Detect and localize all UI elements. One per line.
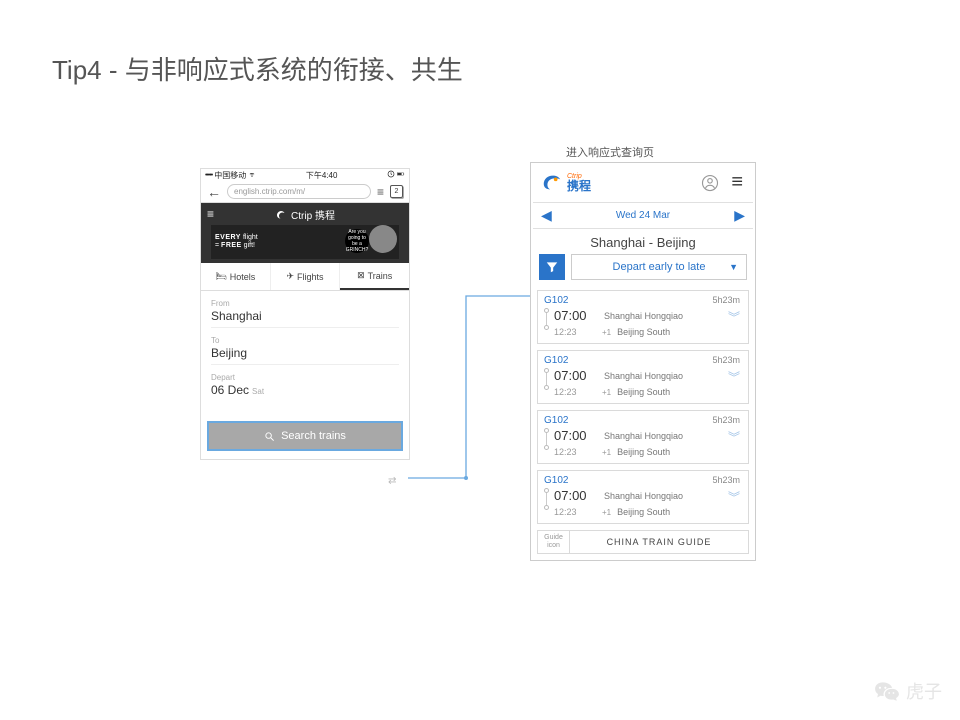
wechat-icon — [874, 678, 900, 704]
status-bar: ••••• 中国移动 下午4:40 — [201, 169, 409, 181]
plane-icon: ✈ — [286, 271, 294, 282]
sort-row: Depart early to late ▼ — [533, 254, 753, 286]
train-result-card[interactable]: G1025h23m07:00Shanghai Hongqiao12:23+1Be… — [537, 290, 749, 344]
dolphin-icon — [541, 172, 563, 194]
swap-icon[interactable]: ⇅ — [385, 476, 396, 484]
train-result-card[interactable]: G1025h23m07:00Shanghai Hongqiao12:23+1Be… — [537, 470, 749, 524]
train-icon: ⊠ — [357, 270, 365, 281]
slide-title: Tip4 - 与非响应式系统的衔接、共生 — [52, 50, 463, 87]
chevron-down-icon: ︾ — [728, 369, 740, 386]
wifi-icon — [248, 170, 256, 180]
arrive-time: 12:23 — [554, 507, 598, 517]
browser-menu-icon[interactable]: ≡ — [377, 185, 384, 199]
plus-day: +1 — [602, 328, 611, 337]
tab-trains[interactable]: ⊠Trains — [340, 263, 409, 290]
plus-day: +1 — [602, 448, 611, 457]
to-station: Beijing South — [617, 327, 670, 337]
duration: 5h23m — [712, 415, 740, 425]
promo-banner[interactable]: EVERY flight = FREE gift! Are you going … — [211, 225, 399, 259]
search-trains-button[interactable]: Search trains — [207, 421, 403, 451]
date-label[interactable]: Wed 24 Mar — [616, 210, 670, 221]
arrive-time: 12:23 — [554, 327, 598, 337]
carrier-label: 中国移动 — [214, 170, 246, 181]
chevron-down-icon: ︾ — [728, 309, 740, 326]
next-day-icon[interactable]: ▶ — [734, 207, 745, 224]
plus-day: +1 — [602, 388, 611, 397]
from-station: Shanghai Hongqiao — [604, 431, 683, 441]
to-station: Beijing South — [617, 387, 670, 397]
funnel-icon — [545, 260, 559, 274]
depart-time: 07:00 — [554, 428, 598, 443]
from-station: Shanghai Hongqiao — [604, 371, 683, 381]
app-header: ≡ Ctrip 携程 EVERY flight = FREE gift! Are… — [201, 203, 409, 263]
to-station: Beijing South — [617, 507, 670, 517]
arrive-time: 12:23 — [554, 387, 598, 397]
chevron-down-icon: ︾ — [728, 429, 740, 446]
signal-icon: ••••• — [205, 172, 212, 179]
prev-day-icon[interactable]: ◀ — [541, 207, 552, 224]
tabs-count-icon[interactable]: 2 — [390, 185, 403, 198]
product-tabs: 🛏Hotels ✈Flights ⊠Trains — [201, 263, 409, 291]
to-station: Beijing South — [617, 447, 670, 457]
duration: 5h23m — [712, 475, 740, 485]
status-time: 下午4:40 — [306, 170, 338, 181]
hamburger-menu-icon[interactable]: ≡ — [731, 171, 743, 194]
right-phone-caption: 进入响应式查询页 — [566, 144, 654, 160]
ctrip-logo: Ctrip 携程 — [201, 207, 409, 222]
train-guide-banner[interactable]: Guide icon CHINA TRAIN GUIDE — [537, 530, 749, 554]
depart-field[interactable]: Depart 06 DecSat — [211, 371, 399, 401]
depart-time: 07:00 — [554, 368, 598, 383]
flow-connector — [408, 293, 530, 485]
guide-icon: Guide icon — [538, 531, 570, 553]
phone-mockup-right: Ctrip携程 ≡ ◀ Wed 24 Mar ▶ Shanghai - Beij… — [530, 162, 756, 561]
depart-time: 07:00 — [554, 308, 598, 323]
arrive-time: 12:23 — [554, 447, 598, 457]
duration: 5h23m — [712, 355, 740, 365]
route-title: Shanghai - Beijing — [533, 229, 753, 254]
plus-day: +1 — [602, 508, 611, 517]
app-header: Ctrip携程 ≡ — [533, 165, 753, 203]
from-station: Shanghai Hongqiao — [604, 491, 683, 501]
search-form: From Shanghai To Beijing Depart 06 DecSa… — [201, 291, 409, 415]
url-field[interactable]: english.ctrip.com/m/ — [227, 184, 371, 199]
banner-avatar — [369, 225, 397, 253]
watermark: 虎子 — [874, 678, 942, 704]
date-nav: ◀ Wed 24 Mar ▶ — [533, 203, 753, 229]
bed-icon: 🛏 — [215, 271, 226, 282]
duration: 5h23m — [712, 295, 740, 305]
train-result-card[interactable]: G1025h23m07:00Shanghai Hongqiao12:23+1Be… — [537, 350, 749, 404]
battery-icon — [397, 170, 405, 180]
user-icon[interactable] — [701, 174, 719, 192]
tab-flights[interactable]: ✈Flights — [271, 263, 341, 290]
rotation-lock-icon — [387, 170, 395, 180]
from-field[interactable]: From Shanghai — [211, 297, 399, 328]
depart-time: 07:00 — [554, 488, 598, 503]
filter-button[interactable] — [539, 254, 565, 280]
train-result-card[interactable]: G1025h23m07:00Shanghai Hongqiao12:23+1Be… — [537, 410, 749, 464]
ctrip-logo: Ctrip携程 — [541, 172, 591, 194]
chevron-down-icon: ▼ — [729, 262, 738, 272]
search-icon — [264, 431, 275, 442]
sort-dropdown[interactable]: Depart early to late ▼ — [571, 254, 747, 280]
back-icon[interactable]: ← — [207, 184, 221, 200]
tab-hotels[interactable]: 🛏Hotels — [201, 263, 271, 290]
from-station: Shanghai Hongqiao — [604, 311, 683, 321]
banner-bubble: Are you going to be a GRINCH? — [345, 229, 369, 253]
chevron-down-icon: ︾ — [728, 489, 740, 506]
phone-mockup-left: ••••• 中国移动 下午4:40 ← english.ctrip.com/m/… — [200, 168, 410, 460]
browser-url-bar: ← english.ctrip.com/m/ ≡ 2 — [201, 181, 409, 203]
to-field[interactable]: To Beijing — [211, 334, 399, 365]
